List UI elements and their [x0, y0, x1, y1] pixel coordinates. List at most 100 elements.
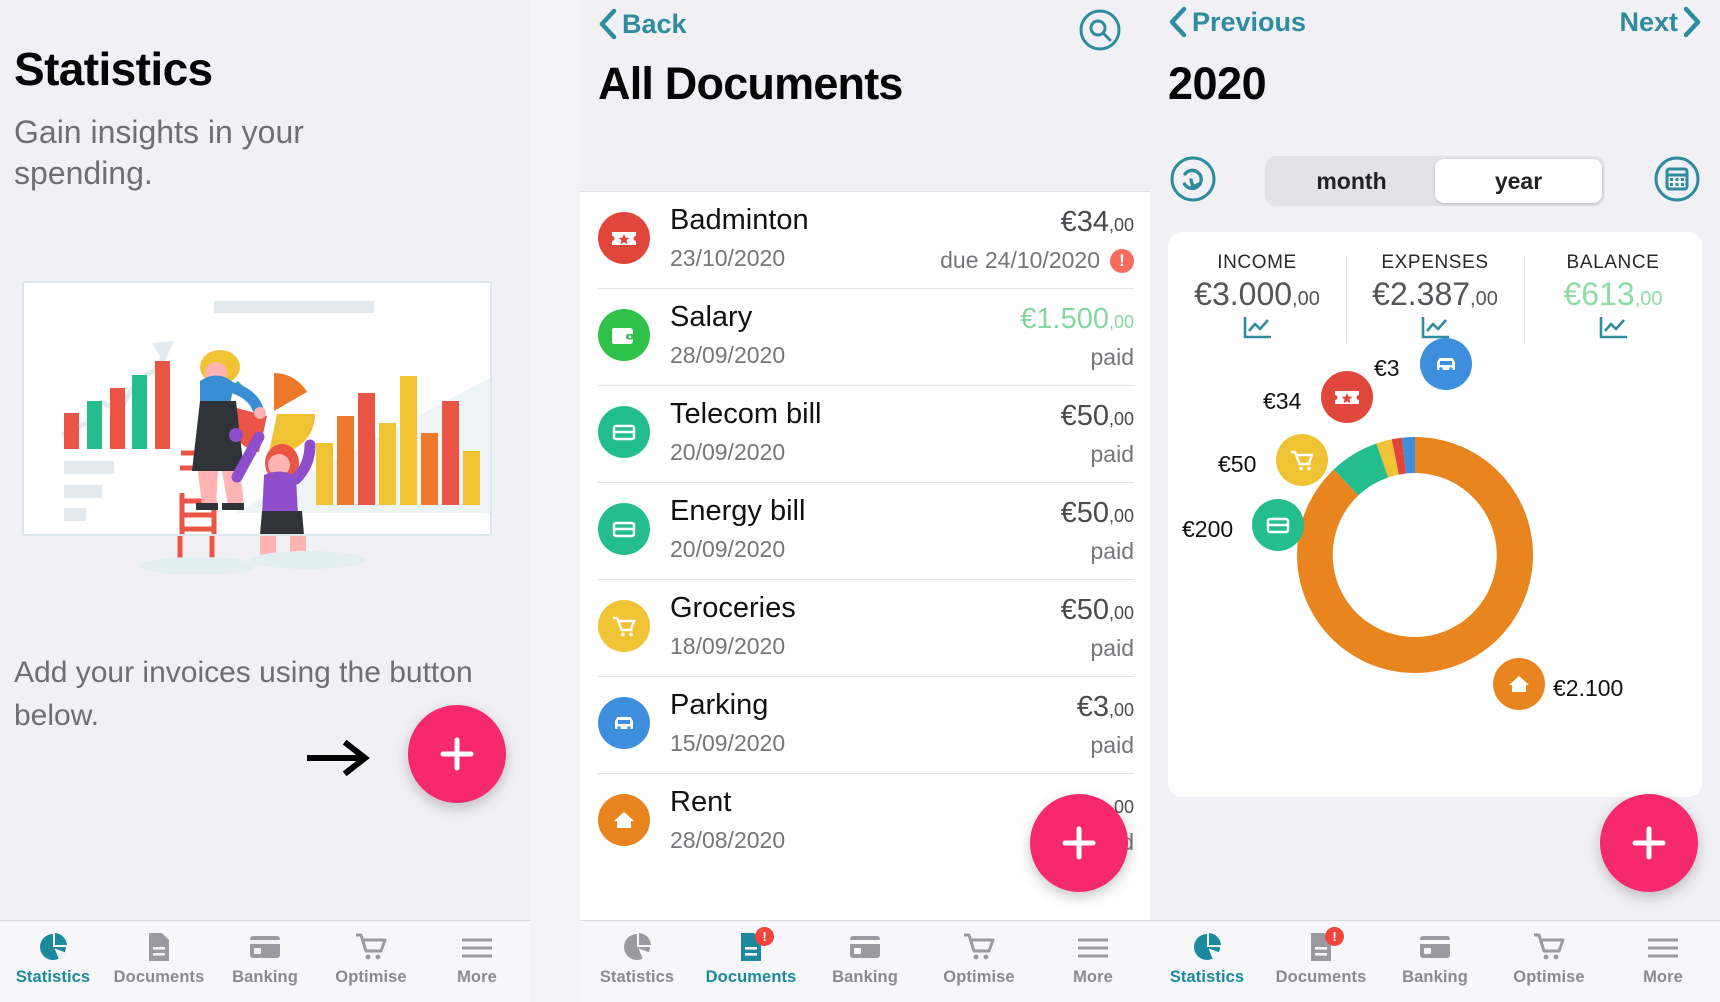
chevron-right-icon	[1683, 6, 1701, 38]
screen-gutter-left	[530, 0, 580, 1002]
segment-month[interactable]: month	[1268, 159, 1435, 203]
illustration-svg	[24, 283, 490, 534]
segment-year[interactable]: year	[1435, 159, 1602, 203]
back-button[interactable]: Back	[598, 8, 687, 40]
tab-label: Banking	[1402, 968, 1468, 986]
shopping-cart-icon	[598, 600, 650, 652]
tab-optimise[interactable]: Optimise	[922, 931, 1036, 987]
year-navigation: Previous Next	[1150, 6, 1720, 46]
previous-button[interactable]: Previous	[1168, 6, 1306, 38]
document-date: 15/09/2020	[670, 730, 786, 756]
tab-more[interactable]: More	[1036, 931, 1150, 987]
add-document-fab[interactable]	[1030, 794, 1128, 892]
tab-statistics[interactable]: Statistics	[1150, 931, 1264, 987]
chart-chip-badminton[interactable]	[1321, 371, 1373, 423]
document-name: Badminton	[670, 204, 809, 236]
bottom-tab-bar[interactable]: Statistics Documents Banking Optimise Mo…	[0, 920, 530, 1002]
tab-label: Documents	[705, 968, 797, 986]
shopping-cart-icon	[1291, 450, 1314, 471]
ticket-icon	[1335, 391, 1359, 404]
chart-chip-parking[interactable]	[1420, 338, 1472, 390]
page-title: Statistics	[14, 43, 213, 95]
home-icon	[1509, 676, 1529, 692]
tab-documents[interactable]: Documents	[106, 931, 212, 987]
refresh-button[interactable]	[1168, 154, 1218, 209]
document-name: Salary	[670, 301, 753, 333]
chart-label-bills: €200	[1182, 516, 1234, 542]
document-name: Groceries	[670, 592, 796, 624]
tab-optimise[interactable]: Optimise	[1492, 931, 1606, 987]
tab-banking[interactable]: Banking	[1378, 931, 1492, 987]
tab-documents[interactable]: ! Documents	[1264, 927, 1378, 987]
table-row[interactable]: Parking 15/09/2020 €3,00 paid	[580, 677, 1150, 774]
document-name: Telecom bill	[670, 398, 822, 430]
document-icon: !	[1304, 927, 1344, 963]
tab-optimise[interactable]: Optimise	[318, 931, 424, 987]
document-status: paid	[1090, 538, 1134, 564]
summary-value: €613,00	[1563, 276, 1663, 312]
add-invoice-fab[interactable]	[408, 705, 506, 803]
document-icon	[142, 931, 176, 963]
chart-chip-groceries[interactable]	[1276, 434, 1328, 486]
table-row[interactable]: Energy bill 20/09/2020 €50,00 paid	[580, 483, 1150, 580]
tab-label: Banking	[232, 968, 298, 986]
refresh-icon	[1170, 156, 1216, 201]
summary-balance[interactable]: BALANCE €613,00	[1524, 252, 1702, 350]
shopping-cart-icon	[354, 931, 388, 963]
search-icon	[1079, 9, 1121, 51]
wallet-icon	[598, 309, 650, 361]
document-amount: €34,00	[1060, 206, 1134, 238]
table-row[interactable]: Salary 28/09/2020 €1.500,00 paid	[580, 289, 1150, 386]
next-button[interactable]: Next	[1619, 6, 1702, 38]
tab-label: More	[457, 968, 497, 986]
expenses-donut-chart[interactable]: €3 €34 €50 €200 €2.100	[1168, 338, 1702, 790]
tab-more[interactable]: More	[1606, 931, 1720, 987]
summary-label: EXPENSES	[1381, 252, 1489, 273]
period-segmented-control[interactable]: month year	[1265, 156, 1605, 206]
documents-alert-badge: !	[1325, 927, 1344, 946]
car-icon	[1437, 358, 1455, 371]
chart-label-parking: €3	[1374, 355, 1400, 381]
page-title: 2020	[1168, 58, 1267, 109]
summary-expenses[interactable]: EXPENSES €2.387,00	[1346, 252, 1524, 350]
summary-income[interactable]: INCOME €3.000,00	[1168, 252, 1346, 350]
search-button[interactable]	[1078, 8, 1122, 57]
back-label: Back	[622, 8, 687, 39]
document-icon: !	[734, 927, 774, 963]
calendar-button[interactable]	[1652, 154, 1702, 209]
tab-label: Statistics	[1169, 968, 1245, 986]
page-subtitle: Gain insights in your spending.	[14, 114, 304, 191]
bottom-tab-bar[interactable]: Statistics ! Documents Banking Optimise …	[1150, 920, 1720, 1002]
table-row[interactable]: Badminton 23/10/2020 €34,00 due 24/10/20…	[580, 192, 1150, 289]
documents-header: Back All Documents	[580, 0, 1150, 192]
illustration-ground-shadow	[22, 536, 492, 626]
tab-label: More	[1643, 968, 1683, 986]
tab-more[interactable]: More	[424, 931, 530, 987]
tab-banking[interactable]: Banking	[212, 931, 318, 987]
page-title: All Documents	[598, 58, 903, 109]
chart-chip-bills[interactable]	[1252, 499, 1304, 551]
pie-chart-icon	[620, 931, 654, 963]
document-name: Parking	[670, 689, 769, 721]
tab-label: Documents	[113, 968, 205, 986]
document-status: paid	[1090, 441, 1134, 467]
statistics-year-screen: Previous Next 2020 month year INCOME €3.…	[1150, 0, 1720, 1002]
ground-shadow-svg	[140, 536, 366, 575]
chart-chip-rent[interactable]	[1493, 658, 1545, 710]
add-entry-fab[interactable]	[1600, 794, 1698, 892]
table-row[interactable]: Groceries 18/09/2020 €50,00 paid	[580, 580, 1150, 677]
card-icon	[598, 406, 650, 458]
overdue-badge: !	[1110, 248, 1134, 273]
bottom-tab-bar[interactable]: Statistics ! Documents Banking Optimise …	[580, 920, 1150, 1002]
document-amount: €50,00	[1060, 497, 1134, 529]
tab-statistics[interactable]: Statistics	[580, 931, 694, 987]
shopping-cart-icon	[1532, 931, 1566, 963]
chart-label-groceries: €50	[1218, 451, 1257, 477]
document-amount: €50,00	[1060, 594, 1134, 626]
document-status: paid	[1090, 344, 1134, 370]
tab-banking[interactable]: Banking	[808, 931, 922, 987]
tab-documents[interactable]: ! Documents	[694, 927, 808, 987]
table-row[interactable]: Telecom bill 20/09/2020 €50,00 paid	[580, 386, 1150, 483]
hamburger-icon	[1646, 931, 1680, 963]
tab-statistics[interactable]: Statistics	[0, 931, 106, 987]
